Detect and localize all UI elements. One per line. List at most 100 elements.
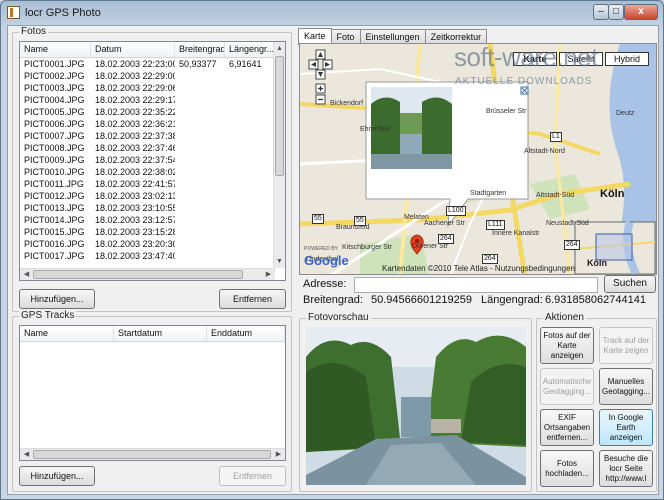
column-header-datum[interactable]: Datum [91, 42, 175, 57]
table-row[interactable]: PICT0002.JPG 18.02.2003 22:29:00 [20, 70, 285, 82]
table-row[interactable]: PICT0015.JPG 18.02.2003 23:15:28 [20, 226, 285, 238]
auto-geotagging-button[interactable]: Automatische Geotagging... [540, 368, 594, 405]
cell-breitengrad [175, 166, 225, 178]
tab-foto[interactable]: Foto [330, 29, 361, 44]
upload-photos-button[interactable]: Fotos hochladen... [540, 450, 594, 487]
cell-laengengrad [225, 190, 275, 202]
scroll-right-arrow-icon[interactable]: ▶ [273, 449, 284, 460]
manual-geotagging-button[interactable]: Manuelles Geotagging... [599, 368, 653, 405]
table-row[interactable]: PICT0013.JPG 18.02.2003 23:10:55 [20, 202, 285, 214]
show-track-on-map-button[interactable]: Track auf der Karte zeigen [599, 327, 653, 364]
fotos-remove-button[interactable]: Entfernen [219, 289, 286, 309]
table-row[interactable]: PICT0003.JPG 18.02.2003 22:29:06 [20, 82, 285, 94]
tracks-horizontal-scrollbar[interactable]: ◀ ▶ [20, 448, 285, 460]
road-number-badge: L100 [446, 206, 466, 216]
road-number-badge: 264 [564, 240, 580, 250]
latitude-value: 50.94566601219259 [371, 294, 472, 306]
fotos-horizontal-scrollbar[interactable]: ◀ ▶ [20, 268, 275, 280]
column-header-name[interactable]: Name [20, 326, 114, 341]
cell-datum: 18.02.2003 23:12:57 [95, 215, 175, 225]
table-row[interactable]: PICT0005.JPG 18.02.2003 22:35:22 [20, 106, 285, 118]
cell-laengengrad [225, 214, 275, 226]
search-button[interactable]: Suchen [604, 275, 656, 293]
scroll-thumb[interactable] [33, 270, 243, 279]
show-in-google-earth-button[interactable]: In Google Earth anzeigen [599, 409, 653, 446]
table-row[interactable]: PICT0001.JPG 18.02.2003 22:23:00 50,93377 6… [20, 58, 285, 70]
column-header-startdatum[interactable]: Startdatum [114, 326, 207, 341]
column-header-laengengrad[interactable]: Längengr... [225, 42, 275, 57]
google-logo: Google [304, 253, 349, 268]
watermark-logo: soft-ware.net [454, 43, 598, 72]
cell-name: PICT0009.JPG [24, 155, 85, 165]
visit-locr-website-button[interactable]: Besuche die locr Seite http://www.l [599, 450, 653, 487]
tab-zeitkorrektur[interactable]: Zeitkorrektur [424, 29, 488, 44]
table-row[interactable]: PICT0009.JPG 18.02.2003 22:37:54 [20, 154, 285, 166]
cell-breitengrad [175, 202, 225, 214]
map-street-label: Stadtgarten [470, 190, 507, 197]
scroll-thumb[interactable] [275, 56, 284, 176]
fotos-group-label: Fotos [19, 26, 49, 37]
cell-datum: 18.02.2003 22:38:02 [95, 167, 175, 177]
cell-datum: 18.02.2003 23:10:55 [95, 203, 175, 213]
column-header-name[interactable]: Name [20, 42, 91, 57]
scroll-down-arrow-icon[interactable]: ▼ [274, 256, 285, 267]
scroll-left-arrow-icon[interactable]: ◀ [21, 269, 32, 280]
cell-datum: 18.02.2003 23:02:13 [95, 191, 175, 201]
table-row[interactable]: PICT0014.JPG 18.02.2003 23:12:57 [20, 214, 285, 226]
cell-datum: 18.02.2003 22:35:22 [95, 107, 175, 117]
cell-datum: 18.02.2003 22:37:54 [95, 155, 175, 165]
table-row[interactable]: PICT0010.JPG 18.02.2003 22:38:02 [20, 166, 285, 178]
scroll-up-arrow-icon[interactable]: ▲ [274, 43, 285, 54]
cell-name: PICT0010.JPG [24, 167, 85, 177]
scroll-left-arrow-icon[interactable]: ◀ [21, 449, 32, 460]
fotos-add-button[interactable]: Hinzufügen... [19, 289, 95, 309]
cell-datum: 18.02.2003 22:29:00 [95, 71, 175, 81]
tracks-list[interactable]: Name Startdatum Enddatum ◀ ▶ [19, 325, 286, 461]
table-row[interactable]: PICT0004.JPG 18.02.2003 22:29:17 [20, 94, 285, 106]
longitude-label: Längengrad: [481, 294, 543, 306]
close-button[interactable]: x [624, 4, 658, 20]
fotos-vertical-scrollbar[interactable]: ▲ ▼ [273, 42, 285, 268]
table-row[interactable]: PICT0008.JPG 18.02.2003 22:37:46 [20, 142, 285, 154]
table-row[interactable]: PICT0007.JPG 18.02.2003 22:37:38 [20, 130, 285, 142]
cell-laengengrad [225, 178, 275, 190]
cell-name: PICT0017.JPG [24, 251, 85, 261]
cell-breitengrad [175, 118, 225, 130]
tracks-add-button[interactable]: Hinzufügen... [19, 466, 95, 486]
cell-breitengrad [175, 226, 225, 238]
scroll-thumb[interactable] [33, 450, 271, 459]
photo-preview [306, 327, 526, 485]
fotos-list[interactable]: Name Datum Breitengrad Längengr... PICT0… [19, 41, 286, 281]
app-window: locr GPS Photo – □ x Fotos Name Datum Br… [0, 0, 664, 500]
scroll-right-arrow-icon[interactable]: ▶ [263, 269, 274, 280]
map-view[interactable]: Bickendorf Ehrenfeld Melaten Braunsfeld Aach… [299, 43, 657, 275]
map-street-label: Köln [600, 188, 625, 200]
column-header-breitengrad[interactable]: Breitengrad [175, 42, 225, 57]
cell-breitengrad [175, 250, 225, 262]
table-row[interactable]: PICT0017.JPG 18.02.2003 23:47:40 [20, 250, 285, 262]
fotos-rows: PICT0001.JPG 18.02.2003 22:23:00 50,93377 6… [20, 58, 285, 262]
column-header-enddatum[interactable]: Enddatum [207, 326, 285, 341]
minimize-button[interactable]: – [593, 4, 609, 20]
cell-datum: 18.02.2003 22:29:17 [95, 95, 175, 105]
road-number-badge: L1 [550, 132, 562, 142]
title-bar[interactable]: locr GPS Photo – □ x [1, 1, 663, 25]
powered-by-label: POWERED BY [304, 246, 338, 252]
maximize-button[interactable]: □ [608, 4, 624, 20]
map-type-hybrid-button[interactable]: Hybrid [605, 52, 649, 66]
table-row[interactable]: PICT0011.JPG 18.02.2003 22:41:57 [20, 178, 285, 190]
tracks-remove-button[interactable]: Entfernen [219, 466, 286, 486]
table-row[interactable]: PICT0006.JPG 18.02.2003 22:36:21 [20, 118, 285, 130]
address-input[interactable] [354, 277, 598, 293]
cell-laengengrad [225, 202, 275, 214]
tab-einstellungen[interactable]: Einstellungen [359, 29, 426, 44]
actions-group: Aktionen Fotos auf der Karte anzeigen Tr… [536, 312, 657, 492]
actions-group-label: Aktionen [543, 312, 586, 323]
cell-datum: 18.02.2003 22:37:38 [95, 131, 175, 141]
table-row[interactable]: PICT0012.JPG 18.02.2003 23:02:13 [20, 190, 285, 202]
map-attribution[interactable]: Kartendaten ©2010 Tele Atlas - Nutzungsb… [382, 264, 575, 273]
latitude-label: Breitengrad: [303, 294, 363, 306]
table-row[interactable]: PICT0016.JPG 18.02.2003 23:20:30 [20, 238, 285, 250]
remove-exif-location-button[interactable]: EXIF Ortsangaben entfernen... [540, 409, 594, 446]
show-photos-on-map-button[interactable]: Fotos auf der Karte anzeigen [540, 327, 594, 364]
